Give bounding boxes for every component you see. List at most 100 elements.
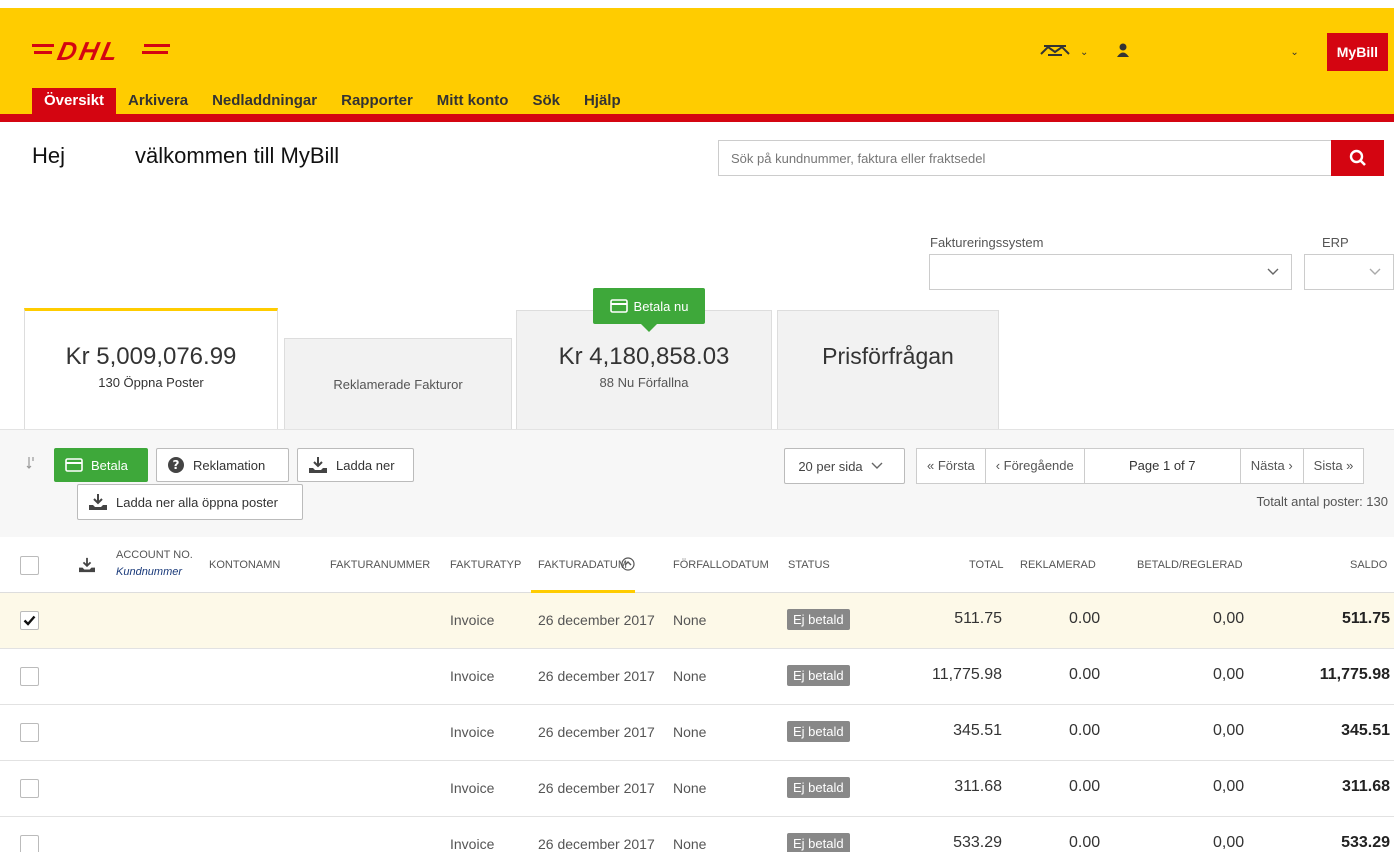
nav-sok[interactable]: Sök (520, 88, 572, 114)
table-row[interactable]: Invoice 26 december 2017 None Ej betald 311.… (0, 761, 1394, 817)
per-page-label: 20 per sida (798, 458, 863, 474)
erp-select[interactable] (1304, 254, 1394, 290)
tab-disputed-invoices[interactable]: Reklamerade Fakturor (284, 338, 512, 430)
nav-mitt-konto[interactable]: Mitt konto (425, 88, 521, 114)
nav-nedladdningar[interactable]: Nedladdningar (200, 88, 329, 114)
header-account-sub: Kundnummer (116, 566, 183, 578)
open-items-count: 130 Öppna Poster (98, 375, 204, 390)
cell-invoice-type: Invoice (450, 612, 495, 628)
credit-card-icon (65, 458, 83, 472)
cell-balance: 311.68 (1341, 778, 1390, 795)
page-first[interactable]: « Första (917, 449, 986, 483)
header-account-no[interactable]: ACCOUNT NO. (116, 549, 193, 561)
row-checkbox[interactable] (20, 667, 39, 686)
header-status[interactable]: STATUS (788, 559, 830, 571)
header-right-controls: ⌄ ⌄ MyBill (1040, 32, 1394, 72)
total-records: Totalt antal poster: 130 (1256, 494, 1388, 509)
search-input[interactable] (719, 141, 1331, 175)
disputed-invoices-label: Reklamerade Fakturor (333, 377, 463, 392)
cell-total: 345.51 (953, 722, 1002, 739)
table-row[interactable]: Invoice 26 december 2017 None Ej betald 11,7… (0, 649, 1394, 705)
tab-price-quote[interactable]: Prisförfrågan (777, 310, 999, 430)
page-next[interactable]: Nästa › (1241, 449, 1304, 483)
search-button[interactable] (1331, 140, 1384, 176)
cell-total: 311.68 (954, 778, 1002, 795)
cell-disputed: 0.00 (1069, 722, 1101, 739)
sort-arrow-icon[interactable] (26, 456, 36, 473)
chevron-down-icon[interactable]: ⌄ (1290, 47, 1298, 58)
open-items-amount: Kr 5,009,076.99 (65, 343, 237, 370)
table-row[interactable]: Invoice 26 december 2017 None Ej betald 533.… (0, 817, 1394, 852)
logo-stripe (34, 51, 52, 54)
header-balance[interactable]: SALDO (1350, 559, 1387, 571)
header-disputed[interactable]: REKLAMERAD (1020, 559, 1096, 571)
nav-hjalp[interactable]: Hjälp (572, 88, 633, 114)
billing-system-select[interactable] (929, 254, 1292, 290)
header-total[interactable]: TOTAL (969, 559, 1003, 571)
claim-button[interactable]: ? Reklamation (156, 448, 289, 482)
header-invoice-type[interactable]: FAKTURATYP (450, 559, 521, 571)
per-page-select[interactable]: 20 per sida (784, 448, 905, 484)
nav-arkivera[interactable]: Arkivera (116, 88, 200, 114)
status-badge: Ej betald (787, 665, 850, 686)
pay-now-button[interactable]: Betala nu (593, 288, 705, 332)
chevron-down-icon (871, 462, 883, 469)
row-checkbox[interactable] (20, 779, 39, 798)
cell-disputed: 0.00 (1069, 610, 1101, 627)
table-row[interactable]: Invoice 26 december 2017 None Ej betald 345.… (0, 705, 1394, 761)
cell-invoice-type: Invoice (450, 668, 495, 684)
nav-oversikt[interactable]: Översikt (32, 88, 117, 114)
nav-rapporter[interactable]: Rapporter (329, 88, 425, 114)
cell-paid: 0,00 (1213, 610, 1245, 627)
search-box (718, 140, 1332, 176)
tab-open-items[interactable]: Kr 5,009,076.99 130 Öppna Poster (24, 308, 278, 430)
pay-now-label: Betala nu (633, 298, 689, 314)
chevron-down-icon (1369, 265, 1381, 279)
download-button[interactable]: Ladda ner (297, 448, 414, 482)
pay-button[interactable]: Betala (54, 448, 148, 482)
header-due-date[interactable]: FÖRFALLODATUM (673, 559, 769, 571)
user-icon[interactable] (1116, 42, 1130, 63)
cell-total: 11,775.98 (932, 666, 1002, 683)
cell-invoice-date: 26 december 2017 (538, 724, 655, 740)
table-row[interactable]: Invoice 26 december 2017 None Ej betald 511.… (0, 593, 1394, 649)
sort-up-icon[interactable] (621, 557, 635, 576)
svg-text:?: ? (173, 458, 180, 472)
page-last[interactable]: Sista » (1304, 449, 1364, 483)
cell-disputed: 0.00 (1069, 834, 1101, 851)
dhl-logo[interactable]: DHL (32, 36, 172, 66)
header-paid[interactable]: BETALD/REGLERAD (1137, 559, 1243, 571)
greeting-welcome: välkommen till MyBill (135, 143, 340, 168)
row-checkbox[interactable] (20, 611, 39, 630)
logo-stripe (32, 44, 54, 47)
chevron-down-icon[interactable]: ⌄ (1080, 47, 1088, 58)
header-red-stripe (0, 114, 1394, 122)
check-icon (23, 615, 36, 626)
cell-invoice-date: 26 december 2017 (538, 780, 655, 796)
cell-due-date: None (673, 780, 707, 796)
chevron-down-icon (1267, 265, 1279, 279)
greeting: Hej välkommen till MyBill (32, 143, 339, 169)
cell-paid: 0,00 (1213, 778, 1245, 795)
header-invoice-number[interactable]: FAKTURANUMMER (330, 559, 430, 571)
download-all-button[interactable]: Ladda ner alla öppna poster (77, 484, 303, 520)
cell-balance: 345.51 (1341, 722, 1390, 739)
row-checkbox[interactable] (20, 835, 39, 852)
header-account-name[interactable]: KONTONAMN (209, 559, 280, 571)
cell-balance: 533.29 (1341, 834, 1390, 851)
download-column-icon[interactable] (78, 557, 96, 578)
header-invoice-date[interactable]: FAKTURADATUM (538, 559, 627, 571)
cell-paid: 0,00 (1213, 834, 1245, 851)
cell-invoice-date: 26 december 2017 (538, 836, 655, 852)
search-icon (1349, 149, 1366, 166)
cell-due-date: None (673, 836, 707, 852)
language-icon[interactable] (1040, 42, 1070, 63)
cell-invoice-date: 26 december 2017 (538, 612, 655, 628)
mybill-button[interactable]: MyBill (1326, 33, 1388, 71)
select-all-checkbox[interactable] (20, 556, 39, 575)
billing-system-label: Faktureringssystem (930, 235, 1044, 250)
price-quote-label: Prisförfrågan (822, 343, 954, 369)
page-previous[interactable]: ‹ Föregående (986, 449, 1085, 483)
row-checkbox[interactable] (20, 723, 39, 742)
logo-stripe (142, 51, 168, 54)
